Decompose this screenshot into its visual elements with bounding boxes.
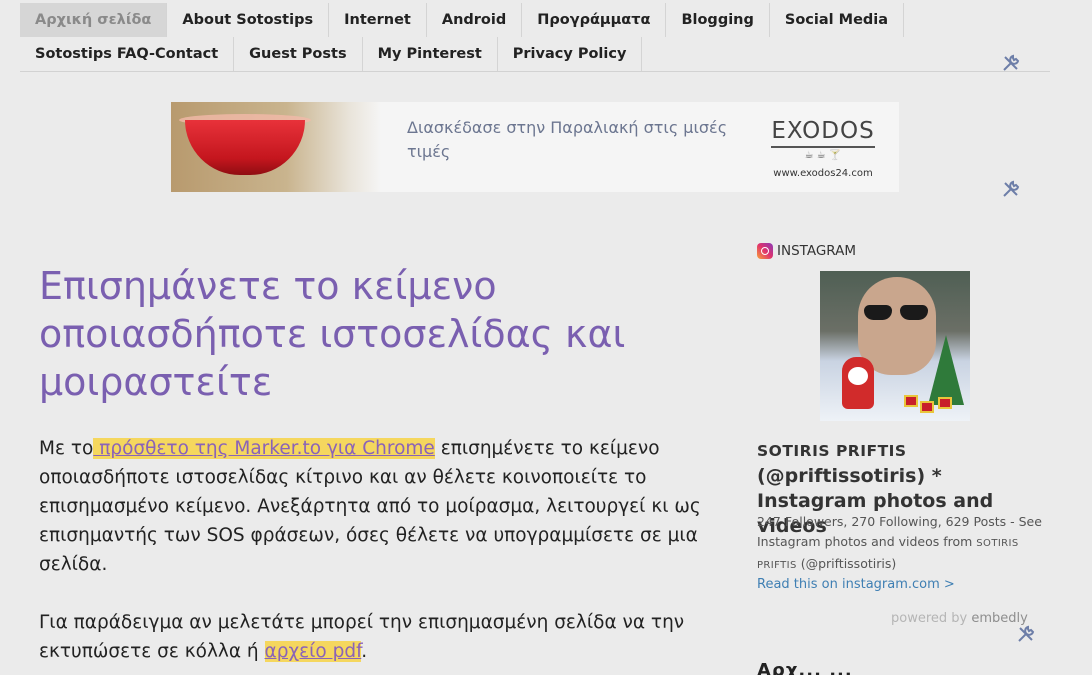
marker-addon-link[interactable]: πρόσθετο της Marker.to για Chrome: [93, 438, 435, 459]
paragraph-text: .: [361, 641, 368, 662]
powered-by-embedly[interactable]: powered by embedly: [891, 611, 1028, 626]
powered-by-label: powered by: [891, 611, 972, 626]
next-widget-heading: Αρχ... ...: [757, 660, 853, 675]
article-paragraph: Για παράδειγμα αν μελετάτε μπορεί την επ…: [39, 608, 714, 666]
ad-banner[interactable]: Διασκέδασε στην Παραλιακή στις μισές τιμ…: [171, 102, 899, 192]
nav-item-blogging[interactable]: Blogging: [666, 3, 770, 37]
nav-item-internet[interactable]: Internet: [329, 3, 427, 37]
nav-item-about[interactable]: About Sotostips: [167, 3, 330, 37]
instagram-profile-photo[interactable]: [820, 271, 970, 421]
read-on-instagram-link[interactable]: Read this on instagram.com >: [757, 577, 955, 592]
ad-logo: EXODOS ☕ ☕ 🍸 www.exodos24.com: [767, 118, 879, 179]
paragraph-text: Με το: [39, 438, 94, 459]
nav-item-guest-posts[interactable]: Guest Posts: [234, 37, 363, 71]
article-paragraph: Με το πρόσθετο της Marker.to για Chrome …: [39, 434, 714, 579]
desc-handle: (@priftissotiris): [796, 556, 897, 571]
nav-item-pinterest[interactable]: My Pinterest: [363, 37, 498, 71]
widget-heading-label: INSTAGRAM: [777, 243, 857, 259]
ad-logo-name: EXODOS: [771, 118, 875, 144]
nav-item-programs[interactable]: Προγράμματα: [522, 3, 667, 37]
nav-item-android[interactable]: Android: [427, 3, 523, 37]
instagram-profile-description: 247 Followers, 270 Following, 629 Posts …: [757, 512, 1042, 576]
nav-item-faq-contact[interactable]: Sotostips FAQ-Contact: [20, 37, 235, 71]
edit-tools-icon[interactable]: [1016, 624, 1036, 644]
instagram-widget-heading: INSTAGRAM: [757, 243, 856, 259]
nav-item-social-media[interactable]: Social Media: [770, 3, 905, 37]
edit-tools-icon[interactable]: [1001, 179, 1021, 199]
nav-row-1: Αρχική σελίδα About Sotostips Internet A…: [20, 3, 1050, 37]
ad-logo-drink-icons: ☕ ☕ 🍸: [804, 150, 842, 161]
nav-item-privacy-policy[interactable]: Privacy Policy: [498, 37, 643, 71]
nav-item-home[interactable]: Αρχική σελίδα: [20, 3, 168, 37]
instagram-icon: [757, 243, 773, 259]
ad-logo-url: www.exodos24.com: [773, 168, 873, 179]
embedly-brand: embedly: [971, 611, 1028, 626]
ad-cocktail-image: [171, 102, 381, 192]
nav-divider: [20, 71, 1050, 72]
ad-text: Διασκέδασε στην Παραλιακή στις μισές τιμ…: [407, 118, 728, 161]
edit-tools-icon[interactable]: [1001, 53, 1021, 73]
profile-name: SOTIRIS PRIFTIS: [757, 442, 907, 460]
nav-row-2: Sotostips FAQ-Contact Guest Posts My Pin…: [20, 37, 1050, 71]
main-navigation: Αρχική σελίδα About Sotostips Internet A…: [20, 3, 1050, 71]
pdf-file-link[interactable]: αρχείο pdf: [264, 641, 362, 662]
article-title: Επισημάνετε το κείμενο οποιασδήποτε ιστο…: [39, 264, 626, 404]
